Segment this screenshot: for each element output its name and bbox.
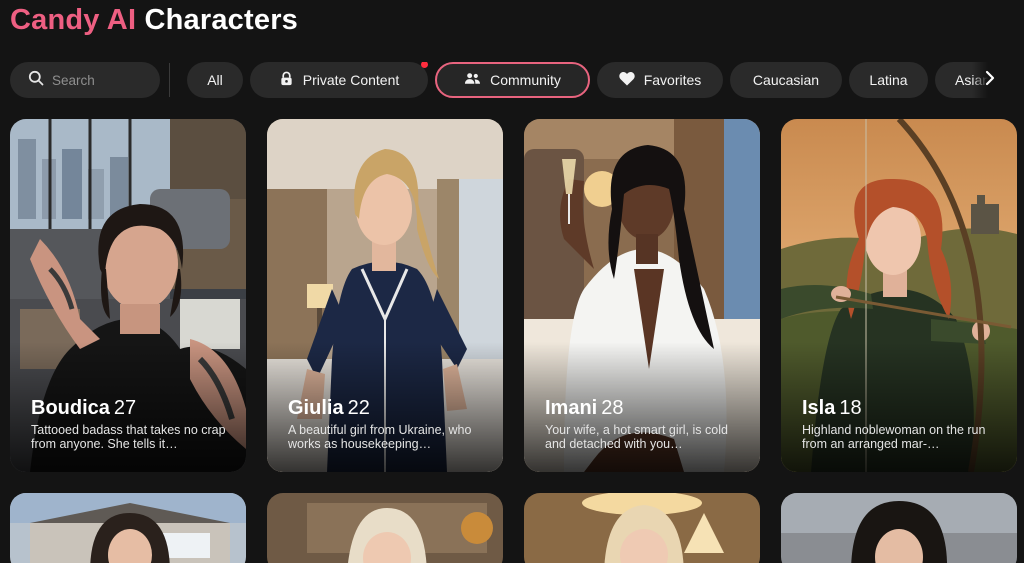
users-icon <box>464 72 481 88</box>
search-box[interactable] <box>10 62 160 98</box>
filter-latina[interactable]: Latina <box>849 62 928 98</box>
character-age: 22 <box>347 397 370 419</box>
character-name: Boudica 27 <box>31 397 136 420</box>
character-card[interactable] <box>267 493 503 563</box>
search-input[interactable] <box>52 72 148 88</box>
brand-name: Candy AI <box>10 4 137 36</box>
character-description: Your wife, a hot smart girl, is cold and… <box>545 423 728 451</box>
filter-favorites[interactable]: Favorites <box>597 62 723 98</box>
search-icon <box>28 70 44 91</box>
character-image <box>524 493 760 563</box>
character-card[interactable] <box>10 493 246 563</box>
chevron-right-icon <box>985 70 995 91</box>
character-description: Tattooed badass that takes no crap from … <box>31 423 226 451</box>
notification-dot <box>421 62 428 68</box>
filter-caucasian[interactable]: Caucasian <box>730 62 842 98</box>
filter-community[interactable]: Community <box>435 62 590 98</box>
filter-community-label: Community <box>490 72 561 88</box>
character-name-text: Imani <box>545 397 598 419</box>
character-description: Highland noblewoman on the run from an a… <box>802 423 986 451</box>
character-card-boudica[interactable]: Boudica 27 Tattooed badass that takes no … <box>10 119 246 472</box>
character-age: 18 <box>839 397 862 419</box>
filter-all-label: All <box>207 72 223 88</box>
filter-bar: All Private Content Community Favorites … <box>10 62 1000 98</box>
character-image <box>10 493 246 563</box>
filter-all[interactable]: All <box>187 62 243 98</box>
page-title: Candy AI Characters <box>10 4 298 37</box>
filter-divider <box>169 63 170 97</box>
character-age: 28 <box>601 397 624 419</box>
filter-private-label: Private Content <box>302 72 400 88</box>
character-name-text: Isla <box>802 397 836 419</box>
character-grid: Boudica 27 Tattooed badass that takes no … <box>10 119 1017 563</box>
filter-latina-label: Latina <box>869 72 908 88</box>
filter-favorites-label: Favorites <box>643 72 702 88</box>
character-card[interactable] <box>524 493 760 563</box>
filter-caucasian-label: Caucasian <box>752 72 820 88</box>
character-card-imani[interactable]: Imani 28 Your wife, a hot smart girl, is … <box>524 119 760 472</box>
character-image <box>781 493 1017 563</box>
character-description: A beautiful girl from Ukraine, who works… <box>288 423 472 451</box>
lock-icon <box>279 71 294 89</box>
character-card-giulia[interactable]: Giulia 22 A beautiful girl from Ukraine, … <box>267 119 503 472</box>
character-card[interactable] <box>781 493 1017 563</box>
filter-private-content[interactable]: Private Content <box>250 62 428 98</box>
character-age: 27 <box>113 397 137 419</box>
character-name-text: Giulia <box>288 397 344 419</box>
scroll-right-button[interactable] <box>972 62 1008 98</box>
character-name: Isla 18 <box>802 397 862 420</box>
character-name: Giulia 22 <box>288 397 370 420</box>
character-name-text: Boudica <box>31 397 110 419</box>
heart-icon <box>619 71 635 89</box>
page-title-text: Characters <box>144 4 299 36</box>
character-card-isla[interactable]: Isla 18 Highland noblewoman on the run fr… <box>781 119 1017 472</box>
character-image <box>267 493 503 563</box>
character-name: Imani 28 <box>545 397 624 420</box>
